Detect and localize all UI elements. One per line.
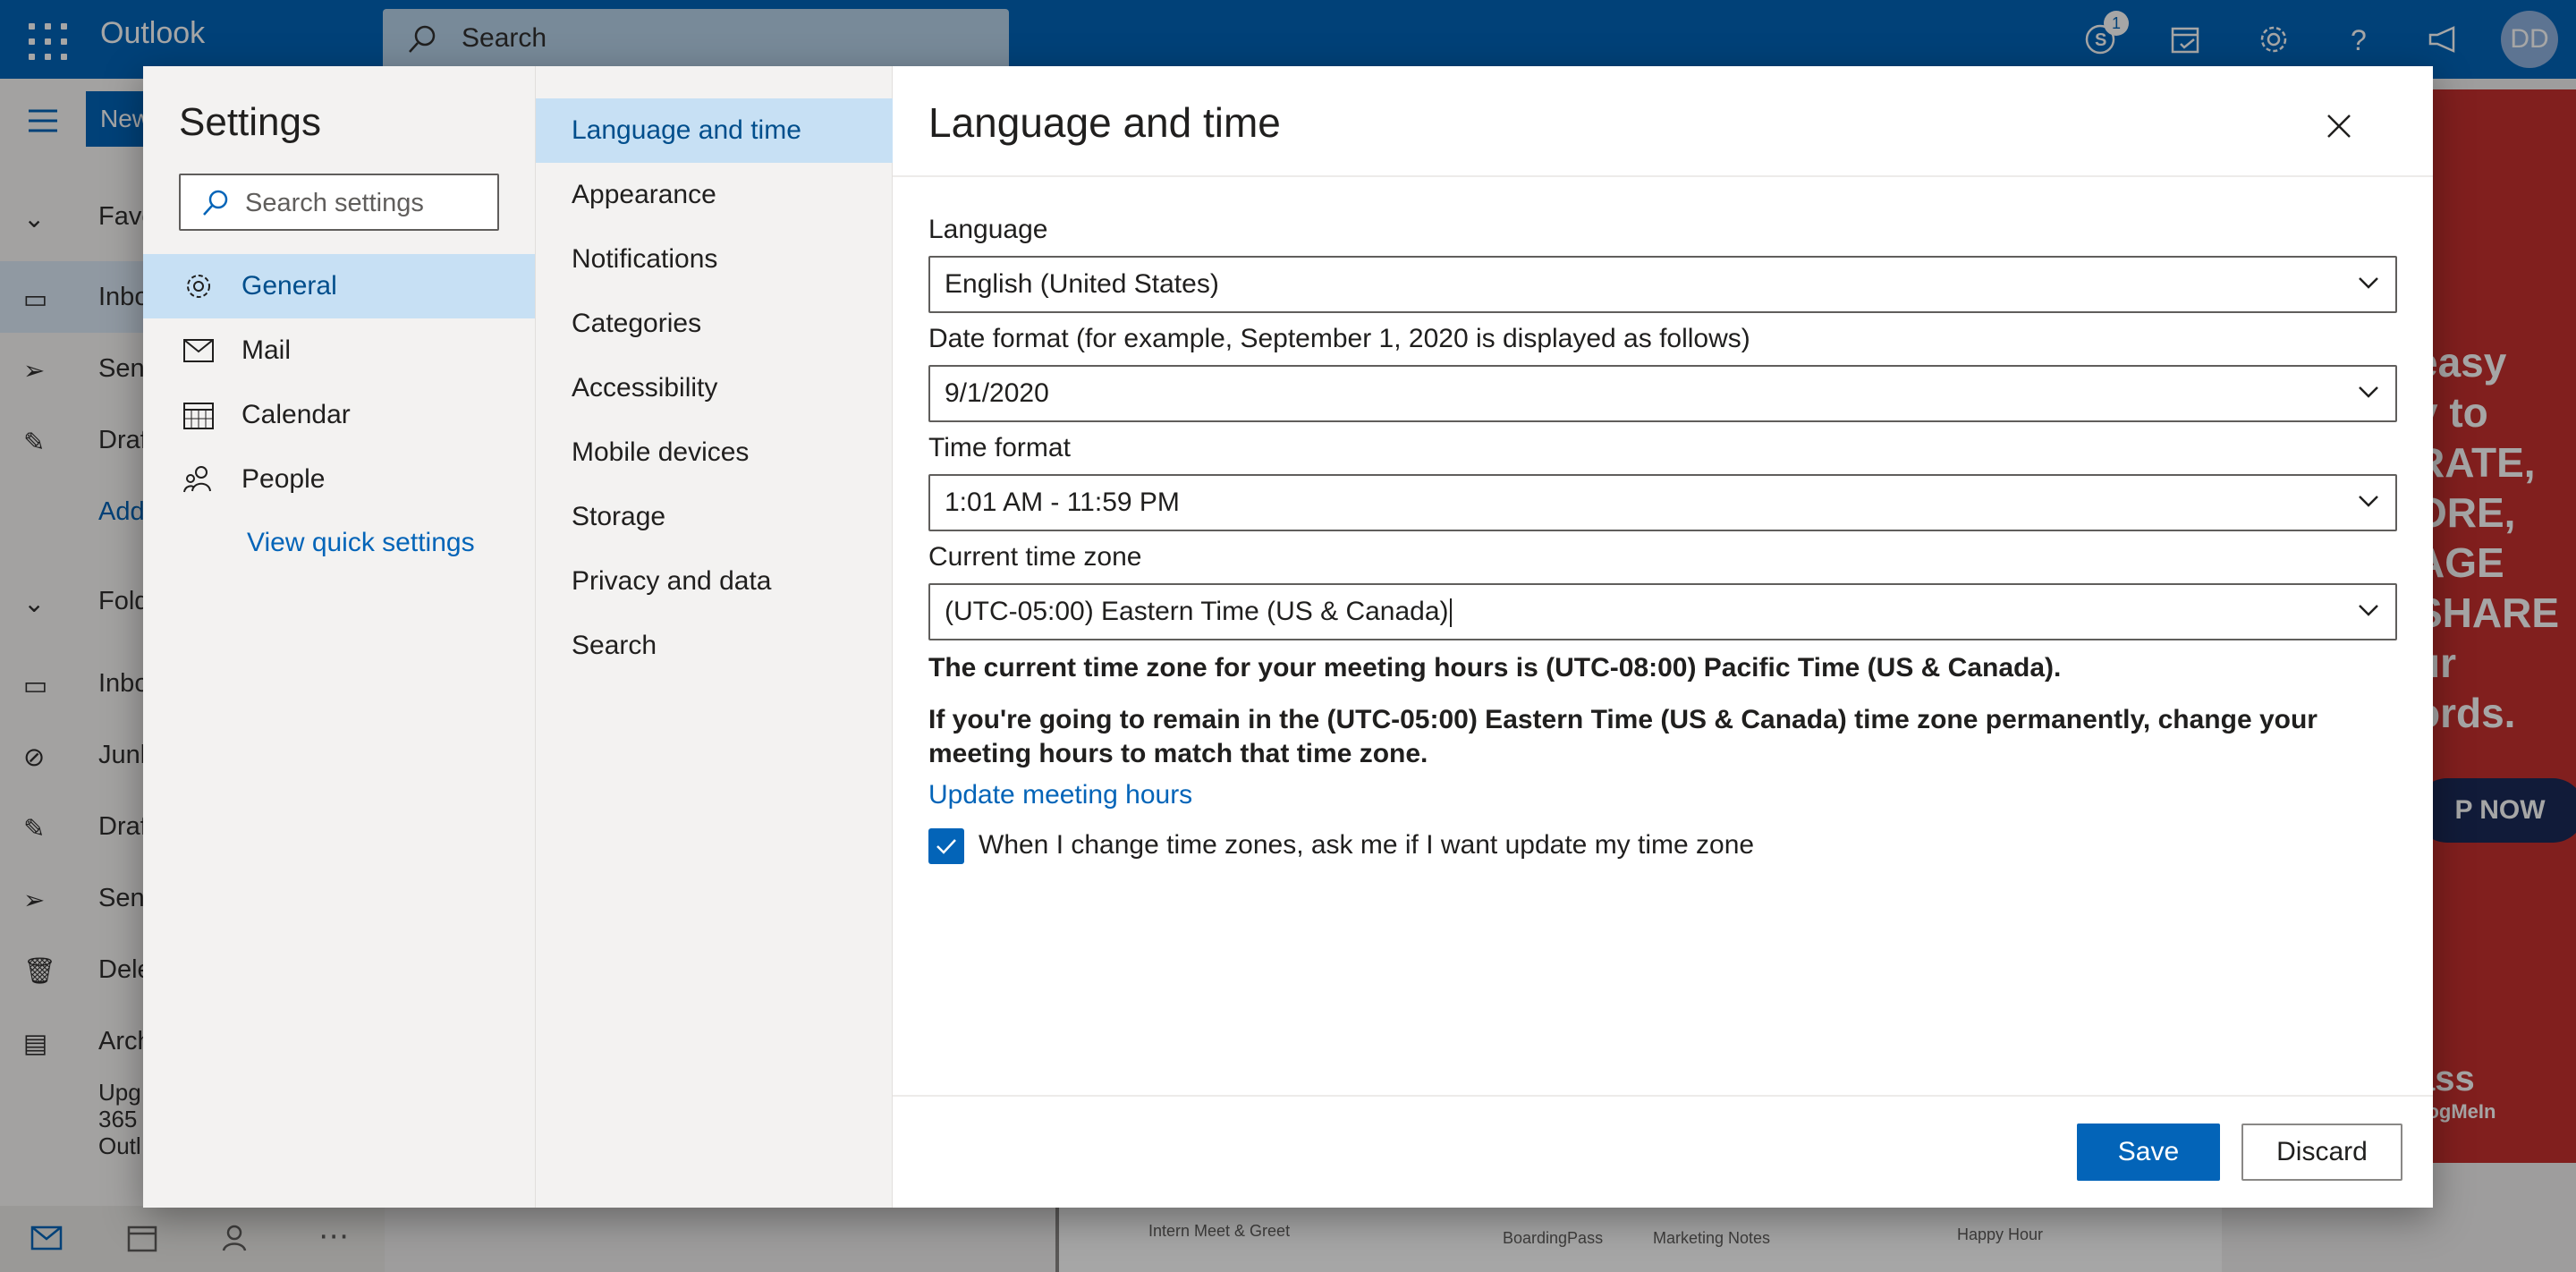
update-meeting-hours-link[interactable]: Update meeting hours xyxy=(928,780,1192,810)
date-format-select[interactable]: 9/1/2020 xyxy=(928,365,2397,422)
save-button[interactable]: Save xyxy=(2077,1124,2220,1181)
close-icon xyxy=(2327,114,2351,138)
calendar-icon xyxy=(182,399,215,431)
time-format-select[interactable]: 1:01 AM - 11:59 PM xyxy=(928,474,2397,531)
checkmark-icon xyxy=(936,839,956,854)
search-icon xyxy=(203,190,228,216)
text-caret xyxy=(1449,598,1452,628)
settings-dialog: Settings General Mail Calendar People Vi… xyxy=(143,66,2433,1208)
category-label: Calendar xyxy=(242,400,351,429)
category-mail[interactable]: Mail xyxy=(143,318,535,383)
subcategory-search[interactable]: Search xyxy=(536,614,893,678)
discard-button[interactable]: Discard xyxy=(2241,1124,2402,1181)
time-zone-select[interactable]: (UTC-05:00) Eastern Time (US & Canada) xyxy=(928,583,2397,640)
category-calendar[interactable]: Calendar xyxy=(143,383,535,447)
subcategory-appearance[interactable]: Appearance xyxy=(536,163,893,227)
chevron-down-icon xyxy=(2359,496,2378,507)
subcategory-categories[interactable]: Categories xyxy=(536,292,893,356)
mail-icon xyxy=(182,335,215,367)
settings-categories-pane: Settings General Mail Calendar People Vi… xyxy=(143,66,535,1208)
settings-title: Settings xyxy=(179,100,321,144)
settings-search-input[interactable] xyxy=(243,184,488,222)
time-zone-label: Current time zone xyxy=(928,542,1142,572)
people-icon xyxy=(182,463,215,496)
timezone-change-note: If you're going to remain in the (UTC-05… xyxy=(928,705,2318,768)
subcategory-language-and-time[interactable]: Language and time xyxy=(536,98,893,163)
timezone-prompt-label: When I change time zones, ask me if I wa… xyxy=(979,830,1755,860)
language-label: Language xyxy=(928,215,1048,244)
category-label: Mail xyxy=(242,335,292,365)
language-select[interactable]: English (United States) xyxy=(928,256,2397,313)
close-button[interactable] xyxy=(2317,104,2361,148)
settings-detail-pane: Language and time Language English (Unit… xyxy=(893,66,2433,1208)
settings-search-box[interactable] xyxy=(179,174,499,231)
footer-divider xyxy=(893,1095,2433,1097)
time-format-label: Time format xyxy=(928,433,1071,462)
subcategory-privacy-and-data[interactable]: Privacy and data xyxy=(536,549,893,614)
timezone-prompt-checkbox[interactable] xyxy=(928,828,964,864)
subcategory-storage[interactable]: Storage xyxy=(536,485,893,549)
settings-subcategories-pane: Language and time Appearance Notificatio… xyxy=(535,66,893,1208)
page-title: Language and time xyxy=(928,99,1281,146)
language-value: English (United States) xyxy=(945,269,1219,299)
meeting-hours-note: The current time zone for your meeting h… xyxy=(928,653,2062,683)
chevron-down-icon xyxy=(2359,277,2378,289)
date-format-label: Date format (for example, September 1, 2… xyxy=(928,324,1750,353)
chevron-down-icon xyxy=(2359,605,2378,616)
subcategory-mobile-devices[interactable]: Mobile devices xyxy=(536,420,893,485)
gear-icon xyxy=(182,270,215,302)
header-divider xyxy=(893,175,2433,177)
time-zone-value: (UTC-05:00) Eastern Time (US & Canada) xyxy=(945,597,1449,626)
subcategory-notifications[interactable]: Notifications xyxy=(536,227,893,292)
category-label: General xyxy=(242,271,337,301)
time-zone-value-wrap: (UTC-05:00) Eastern Time (US & Canada) xyxy=(945,597,1452,628)
category-people[interactable]: People xyxy=(143,447,535,512)
subcategory-accessibility[interactable]: Accessibility xyxy=(536,356,893,420)
view-quick-settings-link[interactable]: View quick settings xyxy=(247,528,475,558)
time-format-value: 1:01 AM - 11:59 PM xyxy=(945,488,1180,517)
chevron-down-icon xyxy=(2359,386,2378,398)
category-label: People xyxy=(242,464,326,494)
category-general[interactable]: General xyxy=(143,254,535,318)
date-format-value: 9/1/2020 xyxy=(945,378,1049,408)
